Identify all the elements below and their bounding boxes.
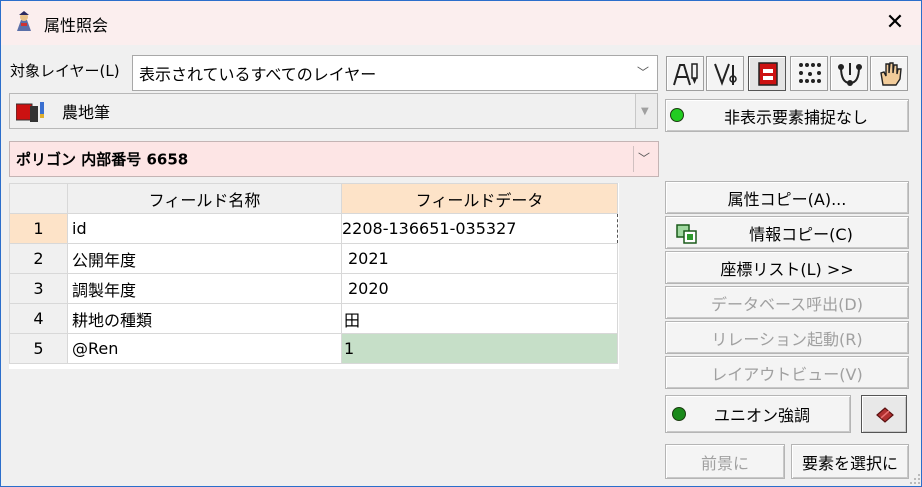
eraser-icon xyxy=(876,407,894,423)
hidden-snap-label: 非表示要素捕捉なし xyxy=(723,107,868,127)
app-icon xyxy=(17,11,31,31)
close-button[interactable]: ✕ xyxy=(873,7,917,39)
table-row[interactable]: 4 耕地の種類 田 xyxy=(9,303,618,334)
window-title: 属性照会 xyxy=(44,16,109,35)
resize-grip-icon[interactable] xyxy=(909,473,921,485)
relation-launch-label: リレーション起動(R) xyxy=(711,329,863,349)
row-number[interactable]: 4 xyxy=(9,303,68,334)
hand-button[interactable] xyxy=(870,56,908,91)
row-number[interactable]: 3 xyxy=(9,273,68,304)
hidden-snap-button[interactable]: 非表示要素捕捉なし xyxy=(665,99,909,132)
red-layer-button[interactable] xyxy=(748,56,786,91)
field-data-cell[interactable]: 2208-136651-035327 xyxy=(341,213,618,244)
target-layer-select[interactable]: 表示されているすべてのレイヤー ﹀ xyxy=(132,55,658,91)
field-data-cell[interactable]: 2020 xyxy=(341,273,618,304)
measure-tools-button[interactable] xyxy=(706,56,744,91)
eraser-button[interactable] xyxy=(861,395,907,433)
target-layer-label: 対象レイヤー(L) xyxy=(10,62,120,80)
select-element-button[interactable]: 要素を選択に xyxy=(791,444,909,479)
row-number[interactable]: 2 xyxy=(9,243,68,274)
layer-select[interactable]: 農地筆 ▼ xyxy=(9,93,658,129)
node-link-button[interactable] xyxy=(830,56,868,91)
row-number[interactable]: 5 xyxy=(9,333,68,364)
column-header-field-name[interactable]: フィールド名称 xyxy=(67,183,342,214)
red-layer-icon xyxy=(758,62,778,86)
dotted-select-icon xyxy=(799,63,821,83)
combo-divider xyxy=(633,146,634,172)
table-row[interactable]: 1 id 2208-136651-035327 xyxy=(9,213,618,244)
triangle-down-icon: ▼ xyxy=(641,106,649,117)
attribute-pen-icon xyxy=(673,63,698,86)
chevron-down-icon: ﹀ xyxy=(636,65,649,80)
info-copy-label: 情報コピー(C) xyxy=(749,224,853,244)
coord-list-label: 座標リスト(L) >> xyxy=(720,259,854,279)
dotted-select-button[interactable] xyxy=(790,56,828,91)
layout-view-button[interactable]: レイアウトビュー(V) xyxy=(665,356,909,389)
row-number[interactable]: 1 xyxy=(9,213,68,244)
database-call-button[interactable]: データベース呼出(D) xyxy=(665,286,909,319)
database-call-label: データベース呼出(D) xyxy=(710,294,863,314)
column-header-field-data[interactable]: フィールドデータ xyxy=(341,183,618,214)
foreground-label: 前景に xyxy=(700,453,749,473)
feature-select[interactable]: ポリゴン 内部番号 6658 ﹀ xyxy=(9,141,659,177)
field-name-cell[interactable]: id xyxy=(67,213,342,244)
relation-launch-button[interactable]: リレーション起動(R) xyxy=(665,321,909,354)
table-row[interactable]: 2 公開年度 2021 xyxy=(9,243,618,274)
attribute-inquiry-window: 属性照会 ✕ 対象レイヤー(L) 表示されているすべてのレイヤー ﹀ 農地筆 ▼… xyxy=(0,0,922,487)
table-row[interactable]: 5 @Ren 1 xyxy=(9,333,618,364)
title-bar[interactable]: 属性照会 ✕ xyxy=(1,1,921,45)
info-copy-button[interactable]: 情報コピー(C) xyxy=(665,216,909,249)
chevron-down-icon: ﹀ xyxy=(637,151,650,166)
attribute-copy-label: 属性コピー(A)... xyxy=(727,189,847,209)
field-data-cell[interactable]: 田 xyxy=(341,303,618,334)
field-name-cell[interactable]: 耕地の種類 xyxy=(67,303,342,334)
attribute-pen-button[interactable] xyxy=(666,56,704,91)
field-name-cell[interactable]: @Ren xyxy=(67,333,342,364)
field-data-cell[interactable]: 1 xyxy=(341,333,618,364)
union-emphasis-button[interactable]: ユニオン強調 xyxy=(665,395,851,433)
attribute-grid: フィールド名称 フィールドデータ 1 id 2208-136651-035327… xyxy=(9,183,618,364)
foreground-button[interactable]: 前景に xyxy=(665,444,785,479)
layer-icon xyxy=(16,102,44,122)
union-emphasis-label: ユニオン強調 xyxy=(713,406,810,425)
attribute-copy-button[interactable]: 属性コピー(A)... xyxy=(665,181,909,214)
select-element-label: 要素を選択に xyxy=(801,453,898,473)
layout-view-label: レイアウトビュー(V) xyxy=(711,364,863,384)
layer-value: 農地筆 xyxy=(62,103,111,122)
table-row[interactable]: 3 調製年度 2020 xyxy=(9,273,618,304)
measure-tools-icon xyxy=(714,63,737,86)
field-data-cell[interactable]: 2021 xyxy=(341,243,618,274)
field-name-cell[interactable]: 調製年度 xyxy=(67,273,342,304)
field-name-cell[interactable]: 公開年度 xyxy=(67,243,342,274)
target-layer-value: 表示されているすべてのレイヤー xyxy=(139,65,377,84)
feature-value: ポリゴン 内部番号 6658 xyxy=(16,150,189,169)
corner-header xyxy=(9,183,68,214)
attribute-table: フィールド名称 フィールドデータ 1 id 2208-136651-035327… xyxy=(9,183,619,369)
coord-list-button[interactable]: 座標リスト(L) >> xyxy=(665,251,909,284)
layer-dropdown-button[interactable]: ▼ xyxy=(635,94,657,128)
node-link-icon xyxy=(838,63,862,86)
hand-icon xyxy=(880,62,902,86)
